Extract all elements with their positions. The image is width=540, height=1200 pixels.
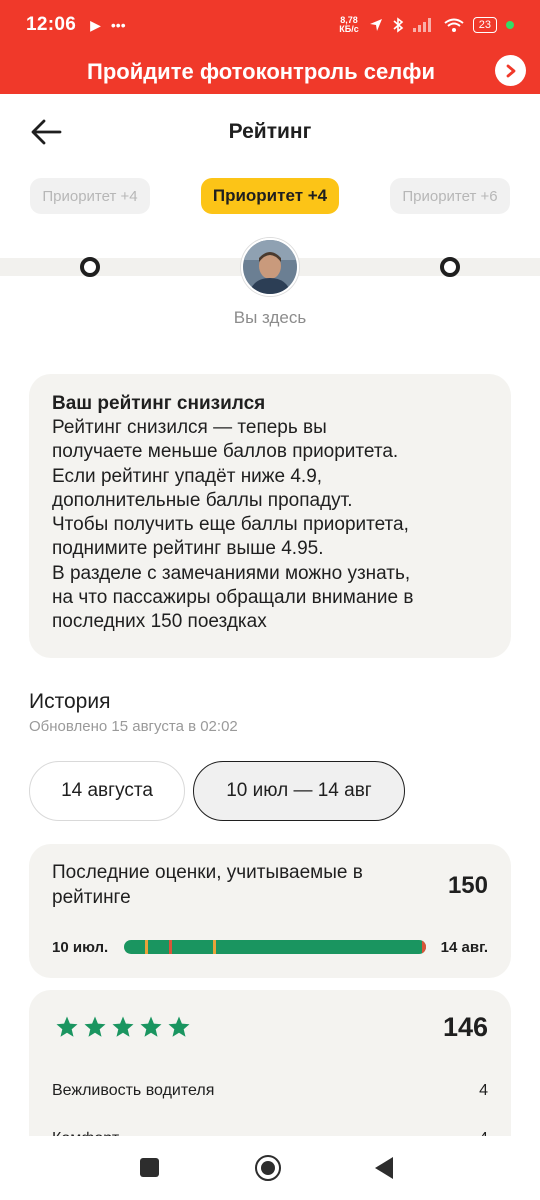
info-line: В разделе с замечаниями можно узнать, xyxy=(52,562,411,584)
filter-label: 14 августа xyxy=(61,780,153,801)
home-icon-inner xyxy=(261,1161,275,1175)
priority-chip-next[interactable]: Приоритет +6 xyxy=(390,178,510,214)
five-star-card[interactable]: 146 Вежливость водителя 4 Комфорт 4 xyxy=(29,990,511,1140)
info-card-title: Ваш рейтинг снизился xyxy=(52,393,266,414)
home-icon[interactable] xyxy=(255,1155,281,1181)
rating-mark xyxy=(422,940,426,954)
ratings-timeline-bar xyxy=(124,940,426,954)
priority-chip-label: Приоритет +6 xyxy=(402,187,498,205)
recents-icon[interactable] xyxy=(140,1158,159,1177)
comment-row-label: Вежливость водителя xyxy=(52,1082,215,1099)
ratings-summary-count: 150 xyxy=(447,872,488,899)
track-node-left xyxy=(80,257,100,277)
range-end-label: 14 авг. xyxy=(440,939,488,956)
info-line: поднимите рейтинг выше 4.95. xyxy=(52,538,324,560)
info-line: дополнительные баллы пропадут. xyxy=(52,489,353,511)
system-nav-bar xyxy=(0,1136,540,1200)
page-header: Рейтинг xyxy=(0,94,540,170)
battery-level: 23 xyxy=(478,19,491,31)
battery-icon: 23 xyxy=(472,17,497,33)
selfie-banner[interactable]: Пройдите фотоконтроль селфи xyxy=(0,50,540,94)
more-dots-icon: ••• xyxy=(110,17,126,33)
signal-icon xyxy=(412,18,431,32)
avatar xyxy=(241,238,299,296)
five-stars xyxy=(55,1015,191,1039)
position-label: Вы здесь xyxy=(233,308,307,327)
filter-day-button[interactable]: 14 августа xyxy=(29,761,185,821)
info-line: на что пассажиры обращали внимание в xyxy=(52,587,414,609)
star-icon xyxy=(56,1016,78,1037)
location-icon xyxy=(369,19,382,31)
filter-label: 10 июл — 14 авг xyxy=(226,780,372,801)
info-line: Рейтинг снизился — теперь вы xyxy=(52,417,327,438)
comment-row-value: 4 xyxy=(479,1082,488,1099)
ratings-summary-label: Последние оценки, учитываемые в рейтинге xyxy=(52,862,363,908)
priority-chip-label: Приоритет +4 xyxy=(42,187,138,205)
rating-mark xyxy=(169,940,172,954)
status-time: 12:06 xyxy=(26,14,77,35)
play-icon: ▶ xyxy=(90,16,101,33)
wifi-icon xyxy=(444,18,464,32)
bluetooth-icon xyxy=(393,17,404,33)
history-title: История xyxy=(29,690,111,713)
info-line: получаете меньше баллов приоритета. xyxy=(52,441,399,463)
info-card-body: Рейтинг снизился — теперь вы получаете м… xyxy=(52,416,488,635)
chevron-right-icon[interactable] xyxy=(495,55,526,86)
back-triangle-icon[interactable] xyxy=(375,1157,393,1179)
indicator-dot xyxy=(506,21,514,29)
history-updated: Обновлено 15 августа в 02:02 xyxy=(29,718,238,735)
speed-unit: КБ/с xyxy=(339,24,359,34)
priority-chip-previous[interactable]: Приоритет +4 xyxy=(30,178,150,214)
star-icon xyxy=(168,1016,190,1037)
arrow-left-icon[interactable] xyxy=(30,118,62,146)
status-bar: 12:06 ▶ ••• 8,78 КБ/с 23 xyxy=(0,0,540,50)
network-speed: 8,78 КБ/с xyxy=(339,16,358,34)
info-line: Если рейтинг упадёт ниже 4.9, xyxy=(52,465,323,487)
info-line: Чтобы получить еще баллы приоритета, xyxy=(52,514,409,536)
rating-mark xyxy=(213,940,216,954)
rating-warning-card: Ваш рейтинг снизился Рейтинг снизился — … xyxy=(29,374,511,658)
priority-chip-label: Приоритет +4 xyxy=(212,186,328,205)
star-icon xyxy=(84,1016,106,1037)
banner-text: Пройдите фотоконтроль селфи xyxy=(87,59,435,84)
ratings-summary-card[interactable]: Последние оценки, учитываемые в рейтинге… xyxy=(29,844,511,978)
star-icon xyxy=(140,1016,162,1037)
track-node-right xyxy=(440,257,460,277)
range-start-label: 10 июл. xyxy=(52,939,109,956)
rating-mark xyxy=(145,940,148,954)
page-title: Рейтинг xyxy=(228,120,312,143)
info-line: последних 150 поездках xyxy=(52,611,267,633)
filter-range-button[interactable]: 10 июл — 14 авг xyxy=(193,761,405,821)
priority-chip-current[interactable]: Приоритет +4 xyxy=(201,178,339,214)
five-star-count: 146 xyxy=(442,1012,488,1042)
star-icon xyxy=(112,1016,134,1037)
